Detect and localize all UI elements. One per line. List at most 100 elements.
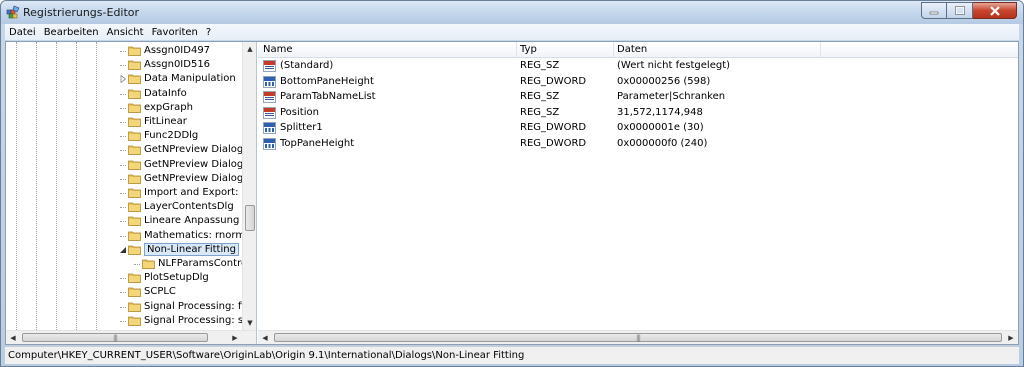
value-name: TopPaneHeight xyxy=(280,137,355,149)
tree-horizontal-scrollbar[interactable]: ◀ ||| ▶ xyxy=(6,330,256,344)
column-header-data[interactable]: Daten xyxy=(617,44,647,55)
menu-datei[interactable]: Datei xyxy=(5,27,40,38)
column-divider[interactable] xyxy=(820,42,821,58)
key-tree[interactable]: Assgn0ID497 Assgn0ID516 Data Manipulation D… xyxy=(6,42,242,330)
tree-connector xyxy=(120,193,126,194)
scroll-right-icon[interactable]: ▶ xyxy=(228,331,242,344)
tree-item-getnpreview-dialog-s[interactable]: GetNPreview Dialog:sı xyxy=(6,172,242,186)
scroll-up-icon[interactable]: ▲ xyxy=(243,42,256,56)
value-data: 31,572,1174,948 xyxy=(617,106,703,118)
menu-favoriten[interactable]: Favoriten xyxy=(148,27,202,38)
regedit-app-icon xyxy=(6,5,20,19)
tree-item-label: PlotSetupDlg xyxy=(144,272,209,284)
tree-item-getnpreview-dialog-e[interactable]: GetNPreview Dialog:e xyxy=(6,143,242,157)
tree-item-mathematics-rnormali[interactable]: Mathematics: rnormali xyxy=(6,229,242,243)
menu-bar: Datei Bearbeiten Ansicht Favoriten ? xyxy=(5,24,1019,40)
folder-icon xyxy=(128,89,141,99)
values-column-header: Name Typ Daten xyxy=(258,42,1018,58)
tree-item-label: GetNPreview Dialog:ff xyxy=(144,158,242,170)
expand-arrow-icon[interactable] xyxy=(119,75,127,84)
tree-item-plotsetupdlg[interactable]: PlotSetupDlg xyxy=(6,271,242,285)
tree-connector xyxy=(120,150,126,152)
folder-icon xyxy=(128,288,141,298)
column-header-name[interactable]: Name xyxy=(263,44,293,55)
tree-item-label: Assgn0ID516 xyxy=(144,59,211,71)
folder-open-icon xyxy=(128,245,141,255)
tree-item-expgraph[interactable]: expGraph xyxy=(6,101,242,115)
values-horizontal-scrollbar[interactable]: ◀ ||| ▶ xyxy=(258,330,1018,344)
tree-item-data-manipulation[interactable]: Data Manipulation xyxy=(6,72,242,86)
tree-item-assgn0id516[interactable]: Assgn0ID516 xyxy=(6,58,242,72)
maximize-button[interactable] xyxy=(947,2,973,19)
string-value-icon xyxy=(263,91,276,103)
tree-item-layercontentsdlg[interactable]: LayerContentsDlg xyxy=(6,200,242,214)
value-row[interactable]: BottomPaneHeight REG_DWORD 0x00000256 (598… xyxy=(258,75,1018,90)
key-tree-pane: Assgn0ID497 Assgn0ID516 Data Manipulation D… xyxy=(6,42,257,344)
menu-ansicht[interactable]: Ansicht xyxy=(103,27,148,38)
folder-icon xyxy=(128,188,141,198)
folder-icon xyxy=(128,160,141,170)
value-row[interactable]: Splitter1 REG_DWORD 0x0000001e (30) xyxy=(258,121,1018,136)
menu-help[interactable]: ? xyxy=(202,27,215,38)
tree-item-non-linear-fitting[interactable]: Non-Linear Fitting xyxy=(6,242,242,257)
folder-icon xyxy=(128,217,141,227)
tree-item-label: Data Manipulation xyxy=(144,73,236,85)
tree-connector xyxy=(120,207,126,209)
tree-item-func2ddlg[interactable]: Func2DDlg xyxy=(6,129,242,143)
value-name: (Standard) xyxy=(280,60,334,71)
collapse-arrow-icon[interactable] xyxy=(119,246,127,254)
tree-item-scplc[interactable]: SCPLC xyxy=(6,285,242,299)
tree-item-label: Lineare Anpassung xyxy=(144,215,240,227)
value-type: REG_SZ xyxy=(520,60,560,71)
window-title: Registrierungs-Editor xyxy=(23,6,140,19)
scroll-down-icon[interactable]: ▼ xyxy=(243,316,256,330)
tree-connector xyxy=(134,264,140,265)
value-data: (Wert nicht festgelegt) xyxy=(617,60,731,71)
value-type: REG_SZ xyxy=(520,91,560,102)
close-button[interactable] xyxy=(973,2,1017,19)
binary-value-icon xyxy=(263,122,276,134)
value-row[interactable]: Position REG_SZ 31,572,1174,948 xyxy=(258,106,1018,121)
column-divider[interactable] xyxy=(613,42,614,58)
column-divider[interactable] xyxy=(516,42,517,58)
tree-item-label: DataInfo xyxy=(144,87,187,99)
menu-bearbeiten[interactable]: Bearbeiten xyxy=(40,27,103,38)
tree-item-label: expGraph xyxy=(144,101,193,113)
tree-item-fitlinear[interactable]: FitLinear xyxy=(6,115,242,129)
tree-connector xyxy=(120,320,126,322)
tree-connector xyxy=(120,164,126,166)
tree-vertical-scrollbar[interactable]: ▲ ▼ xyxy=(242,42,256,330)
value-row[interactable]: ParamTabNameList REG_SZ Parameter|Schranke… xyxy=(258,90,1018,105)
folder-icon xyxy=(142,259,155,269)
tree-item-lineare-anpassung[interactable]: Lineare Anpassung xyxy=(6,214,242,228)
tree-item-signal-processing-smc[interactable]: Signal Processing: smc xyxy=(6,314,242,328)
tree-item-label: SCPLC xyxy=(144,286,176,298)
title-bar[interactable]: Registrierungs-Editor xyxy=(1,1,1023,24)
tree-item-getnpreview-dialog-ff[interactable]: GetNPreview Dialog:ff xyxy=(6,158,242,172)
value-name: BottomPaneHeight xyxy=(280,75,374,87)
value-row[interactable]: TopPaneHeight REG_DWORD 0x000000f0 (240) xyxy=(258,137,1018,152)
scroll-left-icon[interactable]: ◀ xyxy=(258,331,272,344)
column-header-type[interactable]: Typ xyxy=(520,44,537,55)
tree-vscroll-thumb[interactable] xyxy=(245,205,255,231)
tree-hscroll-thumb[interactable]: ||| xyxy=(22,333,208,342)
tree-item-import-and-export-exp[interactable]: Import and Export: exp xyxy=(6,186,242,200)
values-pane: Name Typ Daten (Standard) REG_SZ (Wert nic… xyxy=(258,42,1018,344)
tree-item-assgn0id497[interactable]: Assgn0ID497 xyxy=(6,44,242,58)
binary-value-icon xyxy=(263,75,276,88)
folder-icon xyxy=(128,302,141,312)
scroll-left-icon[interactable]: ◀ xyxy=(6,331,20,344)
minimize-button[interactable] xyxy=(921,2,947,19)
tree-item-label: GetNPreview Dialog:e xyxy=(144,144,242,156)
value-type: REG_DWORD xyxy=(520,122,587,133)
value-row[interactable]: (Standard) REG_SZ (Wert nicht festgelegt) xyxy=(258,59,1018,74)
values-hscroll-thumb[interactable]: ||| xyxy=(274,333,1002,342)
scroll-right-icon[interactable]: ▶ xyxy=(1004,331,1018,344)
tree-connector xyxy=(120,292,126,294)
tree-item-nlfparamscontrol[interactable]: NLFParamsControl xyxy=(6,257,242,271)
value-type: REG_DWORD xyxy=(520,137,587,149)
status-bar: Computer\HKEY_CURRENT_USER\Software\Orig… xyxy=(5,346,1019,364)
tree-item-signal-processing-fft-f[interactable]: Signal Processing: fft_f xyxy=(6,300,242,314)
value-name: Splitter1 xyxy=(280,122,323,133)
tree-item-datainfo[interactable]: DataInfo xyxy=(6,87,242,101)
